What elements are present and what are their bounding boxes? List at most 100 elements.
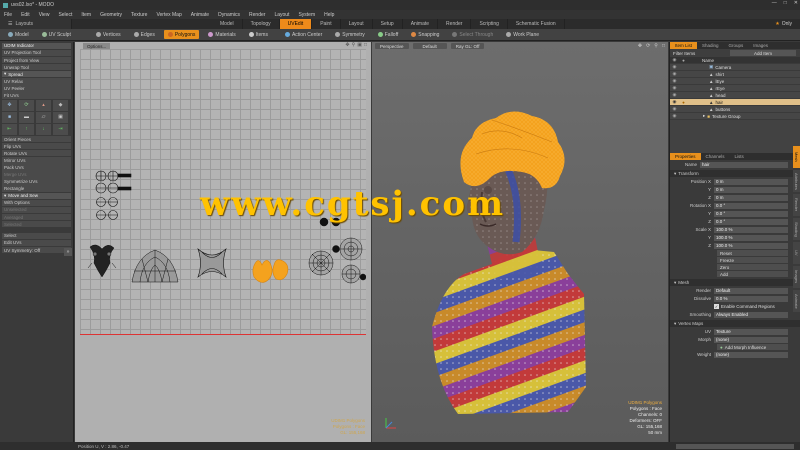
maximize-icon[interactable]: □ — [784, 0, 787, 6]
vertex-maps-section-header[interactable]: ▾ Vertex Maps — [670, 320, 800, 327]
zero-button[interactable]: Zero — [717, 264, 788, 270]
maximize-viewport-icon[interactable]: □ — [364, 42, 367, 48]
eye-icon[interactable]: ◉ — [670, 106, 679, 112]
side-tab-uv[interactable]: UV — [793, 242, 800, 264]
menu-geometry[interactable]: Geometry — [100, 12, 122, 18]
menu-texture[interactable]: Texture — [131, 12, 147, 18]
model-mode-button[interactable]: Model — [4, 30, 33, 39]
add-button[interactable]: Add — [717, 271, 788, 277]
item-row-texture-group[interactable]: ◉ ▸ ■ Texture Group — [670, 113, 800, 120]
orient-pieces-button[interactable]: Orient Pieces — [2, 135, 71, 143]
morph-dropdown[interactable]: (none) — [714, 336, 788, 343]
eye-icon[interactable]: ◉ — [670, 85, 679, 91]
tab-channels[interactable]: Channels — [701, 153, 730, 160]
only-toggle[interactable]: Only — [782, 21, 792, 27]
name-column-header[interactable]: Name — [688, 58, 714, 63]
position-x-field[interactable]: 0 m — [714, 178, 788, 185]
side-tab-attributes[interactable]: Attributes — [793, 170, 800, 192]
tab-model[interactable]: Model — [212, 19, 243, 29]
menu-select[interactable]: Select — [58, 12, 72, 18]
vertices-mode-button[interactable]: Vertices — [92, 30, 125, 39]
tab-properties[interactable]: Properties — [670, 153, 701, 160]
side-tab-shading[interactable]: Shading — [793, 218, 800, 240]
symmetrize-uvs-button[interactable]: Symmetrize UVs — [2, 178, 71, 185]
weight-dropdown[interactable]: (none) — [714, 351, 788, 358]
move-and-sew-header[interactable]: ▾ Move and Sew — [2, 192, 71, 199]
transform-icon[interactable]: ◆ — [53, 99, 68, 111]
selected-button[interactable]: Selected — [2, 220, 71, 228]
materials-mode-button[interactable]: Materials — [204, 30, 239, 39]
uv-sculpt-button[interactable]: UV Sculpt — [38, 30, 75, 39]
tab-lists[interactable]: Lists — [730, 153, 749, 160]
work-plane-button[interactable]: Work Plane — [502, 30, 543, 39]
spread-header[interactable]: ▾ Spread — [2, 70, 71, 78]
scale-y-field[interactable]: 100.0 % — [714, 234, 788, 241]
freeze-button[interactable]: Freeze — [717, 257, 788, 263]
item-row-hair[interactable]: ◉ ● ▲ hair — [670, 99, 800, 106]
items-mode-button[interactable]: Items — [245, 30, 272, 39]
uv-map-dropdown[interactable]: Texture — [714, 328, 788, 335]
polygons-mode-button[interactable]: Polygons — [163, 30, 200, 39]
item-row-buttons[interactable]: ◉ ▲ buttons — [670, 106, 800, 113]
pan-icon[interactable]: ✥ — [345, 42, 349, 48]
rotation-x-field[interactable]: 0.0 ° — [714, 202, 788, 209]
side-tab-images[interactable]: Images — [793, 266, 800, 288]
tab-shading[interactable]: Shading — [697, 42, 724, 49]
snapping-button[interactable]: Snapping — [407, 30, 443, 39]
tab-schematic-fusion[interactable]: Schematic Fusion — [508, 19, 565, 29]
menu-item[interactable]: Item — [81, 12, 91, 18]
side-tab-render[interactable]: Render — [793, 194, 800, 216]
move-icon[interactable]: ✥ — [2, 99, 17, 111]
falloff-button[interactable]: Falloff — [374, 30, 403, 39]
rotate-icon[interactable]: ⟳ — [19, 99, 34, 111]
tab-layout[interactable]: Layout — [341, 19, 373, 29]
rotation-y-field[interactable]: 0.0 ° — [714, 210, 788, 217]
udim-indicator-button[interactable]: UDIM Indicator — [2, 42, 71, 50]
reset-button[interactable]: Reset — [717, 250, 788, 256]
command-regions-checkbox[interactable]: ✓ — [714, 304, 719, 309]
item-row-camera[interactable]: ◉ ▣ Camera — [670, 64, 800, 71]
position-y-field[interactable]: 0 m — [714, 186, 788, 193]
flatten-icon[interactable]: ▬ — [19, 111, 34, 123]
uv-editor-viewport[interactable]: Options... ✥ ⚲ ▣ □ UDIM1 Polygons Polygo… — [75, 42, 371, 442]
align-icon[interactable]: ▣ — [53, 111, 68, 123]
tab-topology[interactable]: Topology — [243, 19, 280, 29]
item-row-reye[interactable]: ◉ ▲ rEye — [670, 85, 800, 92]
lock-icon[interactable]: ● — [679, 100, 688, 105]
name-field[interactable]: hair — [700, 161, 788, 168]
item-row-shirt[interactable]: ◉ ▲ shirt — [670, 71, 800, 78]
add-morph-influence-button[interactable]: ● Add Morph Influence — [717, 344, 788, 350]
averaged-button[interactable]: Averaged — [2, 213, 71, 221]
tab-paint[interactable]: Paint — [312, 19, 341, 29]
menu-layout[interactable]: Layout — [274, 12, 289, 18]
eye-icon[interactable]: ◉ — [670, 78, 679, 84]
tab-item-list[interactable]: Item List — [670, 42, 698, 49]
3d-viewport[interactable]: Perspective Default Ray GL: Off ✥ ⟳ ⚲ □ — [372, 42, 668, 442]
star-icon[interactable]: ★ — [775, 21, 779, 27]
render-dropdown[interactable]: Default — [714, 287, 788, 294]
minimize-icon[interactable]: — — [772, 0, 777, 6]
mesh-section-header[interactable]: ▾ Mesh — [670, 279, 800, 286]
position-z-field[interactable]: 0 m — [714, 194, 788, 201]
command-input[interactable] — [676, 443, 794, 449]
tab-setup[interactable]: Setup — [373, 19, 403, 29]
filter-items-button[interactable]: Filter Items — [670, 51, 730, 56]
scale-z-field[interactable]: 100.0 % — [714, 242, 788, 249]
rotation-z-field[interactable]: 0.0 ° — [714, 218, 788, 225]
select-through-button[interactable]: Select Through — [448, 30, 497, 39]
rotate-uvs-button[interactable]: Rotate UVs — [2, 149, 71, 157]
rectangle-button[interactable]: Rectangle — [2, 185, 71, 192]
menu-edit[interactable]: Edit — [21, 12, 30, 18]
add-item-button[interactable]: Add Item — [730, 50, 796, 56]
tab-groups[interactable]: Groups — [724, 42, 749, 49]
menu-animate[interactable]: Animate — [191, 12, 209, 18]
fit-uvs-button[interactable]: Fit UVs — [2, 92, 71, 99]
dissolve-field[interactable]: 0.0 % — [714, 295, 788, 302]
uv-relax-button[interactable]: UV Relax — [2, 78, 71, 85]
expand-icon[interactable]: ▸ — [703, 113, 705, 119]
item-row-leye[interactable]: ◉ ▲ lEye — [670, 78, 800, 85]
eye-icon[interactable]: ◉ — [670, 113, 679, 119]
unselected-button[interactable]: Unselected — [2, 206, 71, 214]
uv-peeler-button[interactable]: UV Peeler — [2, 85, 71, 92]
eye-icon[interactable]: ◉ — [670, 64, 679, 70]
